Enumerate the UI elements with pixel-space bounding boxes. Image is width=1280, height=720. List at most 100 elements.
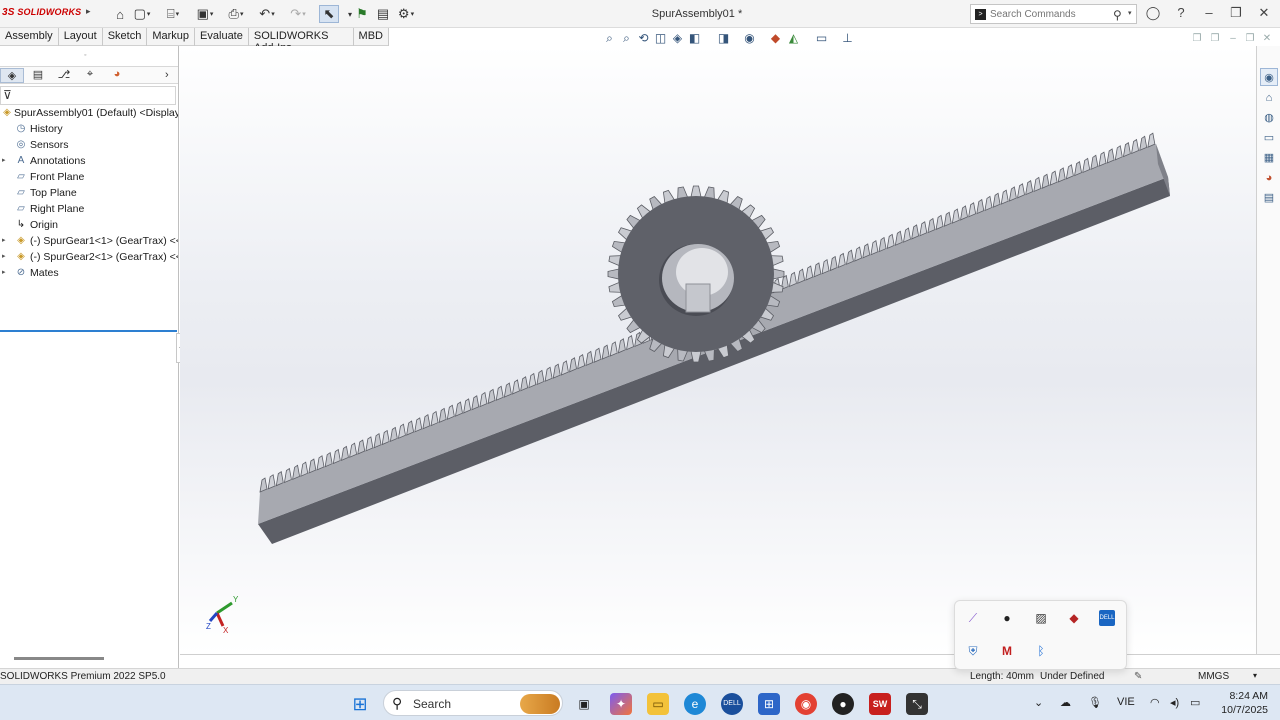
wifi-icon[interactable]: ◠ (1150, 696, 1160, 709)
tree-item-spurgear1[interactable]: ▸ ◈ (-) SpurGear1<1> (GearTrax) <<Defaul… (0, 233, 178, 249)
view-orientation-icon[interactable]: ◧ (687, 31, 702, 45)
microphone-icon[interactable]: 🎙 (1088, 696, 1102, 709)
search-commands-input[interactable] (990, 7, 1110, 22)
tree-item-mates[interactable]: ▸ ⊘ Mates (0, 265, 178, 281)
section-view-icon[interactable]: ◫ (653, 31, 668, 45)
taskbar-search[interactable]: ⚲ Search (383, 690, 563, 716)
view-palette-icon[interactable]: ▦ (1260, 148, 1278, 166)
display-manager-tab-icon[interactable]: ◕ (105, 68, 129, 83)
bluetooth-icon[interactable]: ᛒ (1033, 643, 1049, 659)
app-red-dot-icon[interactable]: ● (999, 610, 1015, 626)
expand-arrow-icon[interactable]: ▸ (2, 233, 6, 249)
tree-item-sensors[interactable]: ◎ Sensors (0, 137, 178, 153)
help-icon[interactable]: ? (1171, 5, 1191, 20)
taskbar-search-label: Search (413, 697, 452, 711)
property-manager-tab-icon[interactable]: ▤ (26, 68, 50, 83)
search-icon[interactable]: ⚲ (1113, 8, 1122, 22)
dynamic-annotation-icon[interactable]: ◈ (670, 31, 685, 45)
tree-filter-field[interactable]: ⊽ (0, 86, 176, 105)
viewport-maximize-icon[interactable]: ❐ (1243, 33, 1257, 44)
rollback-bar[interactable] (0, 330, 177, 332)
viewport-close-icon[interactable]: ✕ (1260, 33, 1274, 44)
expand-arrow-icon[interactable]: ▸ (2, 153, 6, 169)
viewport-restore-icon[interactable]: ❐ (1190, 33, 1204, 44)
tree-item-label: (-) SpurGear1<1> (GearTrax) <<Default>_D… (30, 235, 178, 247)
search-dropdown-icon[interactable]: ▾ (1128, 9, 1132, 17)
graphics-area[interactable]: Y X Z (180, 46, 1256, 654)
appearances-icon[interactable]: ◕ (1260, 168, 1278, 186)
3dexperience-icon[interactable]: ⌂ (1260, 88, 1278, 106)
dimxpert-tab-icon[interactable]: ⌖ (78, 68, 102, 83)
edge-icon[interactable]: e (684, 693, 706, 715)
ground-plane-icon[interactable]: ⊥ (840, 31, 855, 45)
zoom-to-area-icon[interactable]: ⌕ (619, 31, 634, 46)
tree-item-top-plane[interactable]: ▱ Top Plane (0, 185, 178, 201)
show-hidden-icons-icon[interactable]: ⌄ (1034, 696, 1043, 709)
tree-item-spurgear2[interactable]: ▸ ◈ (-) SpurGear2<1> (GearTrax) <<Defaul… (0, 249, 178, 265)
filter-icon[interactable]: ⊽ (3, 88, 12, 102)
configuration-manager-tab-icon[interactable]: ⎇ (52, 68, 76, 83)
custom-properties-icon[interactable]: ▤ (1260, 188, 1278, 206)
taskbar-clock[interactable]: 8:24 AM 10/7/2025 (1214, 689, 1268, 717)
pen-icon[interactable]: ⟋ (965, 610, 981, 626)
display-style-icon[interactable]: ◨ (716, 31, 731, 45)
battery-icon[interactable]: ▭ (1190, 696, 1200, 709)
unit-system[interactable]: MMGS (1198, 671, 1229, 682)
restore-icon[interactable]: ❐ (1226, 5, 1246, 21)
tab-assembly[interactable]: Assembly (0, 28, 59, 46)
mcafee-icon[interactable]: M (999, 643, 1015, 659)
expand-arrow-icon[interactable]: ▸ (2, 265, 6, 281)
onedrive-icon[interactable]: ☁ (1060, 696, 1071, 709)
app-record-icon[interactable]: ● (832, 693, 854, 715)
apply-scene-icon[interactable]: ◭ (786, 31, 801, 45)
tab-layout[interactable]: Layout (59, 28, 103, 46)
chrome-icon[interactable]: ◉ (795, 693, 817, 715)
viewport-tile-icon[interactable]: ❐ (1208, 33, 1222, 44)
tree-item-origin[interactable]: ↳ Origin (0, 217, 178, 233)
expand-arrow-icon[interactable]: ▸ (2, 249, 6, 265)
input-language[interactable]: VIE (1117, 696, 1135, 708)
unit-dropdown-icon[interactable]: ▾ (1253, 671, 1257, 680)
dell-app-icon[interactable]: DELL (721, 693, 743, 715)
previous-view-icon[interactable]: ⟲ (636, 31, 651, 45)
security-shield-icon[interactable]: ⛨ (965, 643, 981, 659)
tab-addins[interactable]: SOLIDWORKS Add-Ins (249, 28, 354, 54)
snipping-tool-icon[interactable]: ⤡ (906, 693, 928, 715)
tree-item-front-plane[interactable]: ▱ Front Plane (0, 169, 178, 185)
viewport-minimize-icon[interactable]: – (1226, 33, 1240, 44)
windows-start-icon[interactable]: ⊞ (349, 693, 371, 715)
dell-icon[interactable]: DELL (1099, 610, 1115, 626)
rebuild-status-icon[interactable]: ✎ (1134, 671, 1142, 682)
tab-mbd[interactable]: MBD (354, 28, 389, 46)
box-icon[interactable]: ◆ (1066, 610, 1082, 626)
solidworks-taskbar-icon[interactable]: SW (869, 693, 891, 715)
tree-root-assembly[interactable]: ◈ SpurAssembly01 (Default) <Display Stat… (0, 105, 178, 121)
image-icon[interactable]: ▨ (1033, 610, 1049, 626)
user-account-icon[interactable]: ◯ (1143, 5, 1163, 21)
volume-icon[interactable]: ◂) (1170, 696, 1179, 709)
minimize-icon[interactable]: – (1199, 5, 1219, 20)
zoom-to-fit-icon[interactable]: ⌕ (602, 31, 617, 46)
file-explorer-icon[interactable]: ▭ (1260, 128, 1278, 146)
tab-evaluate[interactable]: Evaluate (195, 28, 249, 46)
hide-show-items-icon[interactable]: ◉ (742, 31, 757, 45)
file-explorer-icon[interactable]: ▭ (647, 693, 669, 715)
feature-manager-tab-icon[interactable]: ◈ (0, 68, 24, 83)
more-tabs-arrow-icon[interactable]: › (165, 69, 169, 81)
panel-grip-icon[interactable]: ◦ (84, 52, 86, 59)
design-library-icon[interactable]: ◍ (1260, 108, 1278, 126)
view-settings-icon[interactable]: ▭ (814, 31, 829, 45)
search-commands-box[interactable]: > ⚲ ▾ (970, 4, 1137, 24)
solidworks-resources-icon[interactable]: ◉ (1260, 68, 1278, 86)
store-icon[interactable]: ⊞ (758, 693, 780, 715)
panel-horizontal-scrollbar[interactable] (14, 657, 104, 660)
close-icon[interactable]: ✕ (1254, 5, 1274, 21)
tree-item-right-plane[interactable]: ▱ Right Plane (0, 201, 178, 217)
tree-item-history[interactable]: ◷ History (0, 121, 178, 137)
task-view-icon[interactable]: ▣ (573, 693, 595, 715)
tab-markup[interactable]: Markup (147, 28, 196, 46)
tree-item-annotations[interactable]: ▸ A Annotations (0, 153, 178, 169)
copilot-icon[interactable]: ✦ (610, 693, 632, 715)
tab-sketch[interactable]: Sketch (103, 28, 148, 46)
edit-appearance-icon[interactable]: ◆ (768, 31, 783, 45)
